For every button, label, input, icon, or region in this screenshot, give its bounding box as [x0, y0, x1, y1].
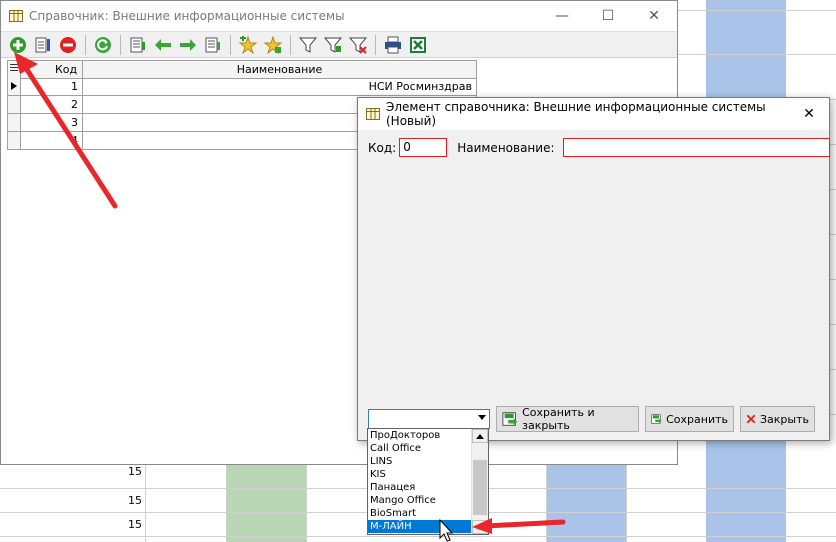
dropdown-options: ПроДокторов Call Office LINS KIS Панацея… — [368, 429, 471, 533]
table-row[interactable]: 1 НСИ Росминздрав — [7, 78, 477, 96]
bg-gridline — [626, 465, 627, 542]
close-button[interactable]: ✕ — [631, 1, 677, 31]
dropdown-option-highlighted[interactable]: М-ЛАЙН — [368, 520, 471, 533]
cell-code[interactable]: 1 — [21, 78, 83, 96]
save-button[interactable]: Сохранить — [645, 406, 734, 432]
dropdown-option[interactable]: ПроДокторов — [368, 429, 471, 442]
dropdown-option[interactable]: BioSmart — [368, 507, 471, 520]
table-icon — [366, 108, 380, 120]
star-add-icon[interactable] — [237, 34, 259, 56]
window-titlebar: Справочник: Внешние информационные систе… — [1, 1, 677, 31]
scroll-down-icon[interactable] — [472, 520, 488, 534]
view-icon[interactable] — [127, 34, 149, 56]
print-icon[interactable] — [382, 34, 404, 56]
toolbar-separator — [375, 34, 376, 55]
bg-highlight-cell-blue — [546, 465, 626, 542]
delete-icon[interactable] — [57, 34, 79, 56]
close-dialog-label: Закрыть — [760, 412, 809, 426]
bg-cell-value: 15 — [128, 518, 142, 531]
bg-gridline — [0, 536, 836, 537]
column-header-name[interactable]: Наименование — [83, 61, 477, 79]
refresh-icon[interactable] — [92, 34, 114, 56]
excel-icon[interactable] — [407, 34, 429, 56]
arrow-left-icon[interactable] — [152, 34, 174, 56]
arrow-right-icon[interactable] — [177, 34, 199, 56]
dropdown-option[interactable]: Mango Office — [368, 494, 471, 507]
dropdown-scrollbar[interactable] — [471, 429, 488, 534]
column-header-code[interactable]: Код — [21, 61, 83, 79]
row-indicator — [7, 96, 21, 114]
close-dialog-button[interactable]: Закрыть — [740, 406, 815, 432]
save-close-icon — [502, 412, 518, 426]
maximize-button[interactable]: ☐ — [585, 1, 631, 31]
grid-settings-icon[interactable] — [7, 61, 21, 79]
scroll-up-icon[interactable] — [472, 429, 488, 443]
element-dialog: Элемент справочника: Внешние информацион… — [357, 97, 830, 441]
view2-icon[interactable] — [202, 34, 224, 56]
window-title: Справочник: Внешние информационные систе… — [29, 9, 345, 23]
add-icon[interactable] — [7, 34, 29, 56]
cell-name[interactable]: НСИ Росминздрав — [83, 78, 477, 96]
edit-icon[interactable] — [32, 34, 54, 56]
bg-gridline — [306, 465, 307, 542]
toolbar-separator — [290, 34, 291, 55]
save-and-close-label: Сохранить и закрыть — [522, 406, 595, 432]
row-indicator — [7, 114, 21, 132]
row-indicator — [7, 132, 21, 150]
dialog-fields: Код: 0 Наименование: — [368, 138, 830, 157]
scrollbar-thumb[interactable] — [473, 460, 487, 515]
toolbar — [1, 31, 677, 58]
bg-highlight-cell-green — [226, 465, 306, 542]
system-dropdown-list: ПроДокторов Call Office LINS KIS Панацея… — [367, 428, 489, 535]
code-field[interactable]: 0 — [399, 138, 448, 157]
current-row-indicator-icon — [7, 78, 21, 96]
name-label: Наименование: — [457, 140, 555, 155]
toolbar-separator — [230, 34, 231, 55]
cell-code[interactable]: 4 — [21, 132, 83, 150]
dialog-close-button[interactable]: ✕ — [789, 106, 829, 122]
table-icon — [9, 10, 23, 22]
chevron-down-icon[interactable] — [478, 415, 486, 420]
star-edit-icon[interactable] — [262, 34, 284, 56]
filter-edit-icon[interactable] — [322, 34, 344, 56]
bg-cell-value: 15 — [128, 465, 142, 478]
dialog-titlebar: Элемент справочника: Внешние информацион… — [358, 98, 829, 130]
dropdown-option[interactable]: LINS — [368, 455, 471, 468]
toolbar-separator — [85, 34, 86, 55]
grid-header-row: Код Наименование — [7, 60, 477, 79]
cell-code[interactable]: 2 — [21, 96, 83, 114]
minimize-button[interactable]: — — [539, 1, 585, 31]
toolbar-separator — [120, 34, 121, 55]
filter-clear-icon[interactable] — [347, 34, 369, 56]
dropdown-option[interactable]: Call Office — [368, 442, 471, 455]
save-label: Сохранить — [666, 412, 728, 426]
system-select[interactable] — [368, 409, 490, 429]
bg-gridline — [226, 465, 227, 542]
bg-cell-value: 15 — [128, 494, 142, 507]
code-label: Код: — [368, 140, 397, 155]
cell-code[interactable]: 3 — [21, 114, 83, 132]
close-icon — [746, 414, 756, 424]
filter-icon[interactable] — [297, 34, 319, 56]
save-icon — [651, 414, 662, 424]
dialog-title: Элемент справочника: Внешние информацион… — [386, 100, 766, 128]
dropdown-option[interactable]: KIS — [368, 468, 471, 481]
name-field[interactable] — [562, 138, 830, 157]
bg-gridline — [546, 465, 547, 542]
save-and-close-button[interactable]: Сохранить и закрыть — [496, 406, 639, 432]
dropdown-option[interactable]: Панацея — [368, 481, 471, 494]
bg-gridline — [145, 465, 146, 542]
